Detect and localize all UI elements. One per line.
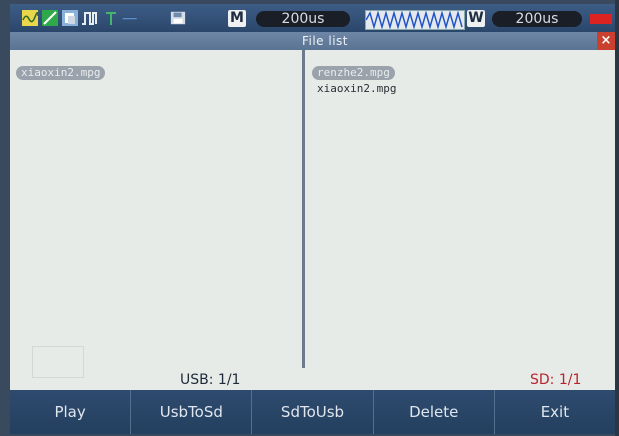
record-indicator-icon: [590, 14, 612, 24]
usb-to-sd-button[interactable]: UsbToSd: [131, 390, 253, 434]
floppy-disk-icon: [170, 10, 188, 26]
play-button[interactable]: Play: [10, 390, 132, 434]
window-title: File list: [301, 34, 349, 48]
file-item[interactable]: renzhe2.mpg: [312, 66, 395, 80]
oscilloscope-screen: M 200us W 200us File list × xiaoxin2.mpg…: [10, 4, 615, 434]
sd-file-panel: renzhe2.mpg xiaoxin2.mpg: [306, 50, 615, 370]
window-titlebar: File list ×: [10, 32, 615, 50]
sd-file-list: renzhe2.mpg xiaoxin2.mpg: [306, 66, 401, 98]
sd-to-usb-button[interactable]: SdToUsb: [252, 390, 374, 434]
exit-button[interactable]: Exit: [495, 390, 615, 434]
file-item[interactable]: xiaoxin2.mpg: [16, 66, 106, 80]
empty-frame: [32, 346, 84, 378]
delete-button[interactable]: Delete: [374, 390, 495, 434]
pulse-icon: [82, 10, 98, 26]
ramp-icon: [42, 10, 58, 26]
window-indicator: W: [467, 10, 485, 27]
usb-file-panel: xiaoxin2.mpg: [10, 50, 302, 370]
mode-indicator: M: [228, 10, 246, 27]
panel-divider: [302, 50, 305, 368]
softkey-bar: Play UsbToSd SdToUsb Delete Exit: [10, 390, 615, 434]
window-timebase: 200us: [492, 11, 582, 27]
usb-count: USB: 1/1: [180, 372, 241, 388]
device-bezel: [615, 0, 619, 436]
sd-count: SD: 1/1: [530, 372, 582, 388]
status-bar: M 200us W 200us: [10, 4, 615, 32]
waveform-icon: [22, 10, 38, 26]
close-icon[interactable]: ×: [597, 32, 615, 50]
usb-file-list: xiaoxin2.mpg: [10, 66, 106, 82]
trigger-icon: [103, 10, 119, 26]
main-timebase: 200us: [256, 11, 350, 27]
trigger-level-icon: [122, 10, 148, 26]
copy-icon: [62, 10, 78, 26]
waveform-overview: [365, 10, 465, 30]
file-item[interactable]: xiaoxin2.mpg: [312, 82, 401, 96]
